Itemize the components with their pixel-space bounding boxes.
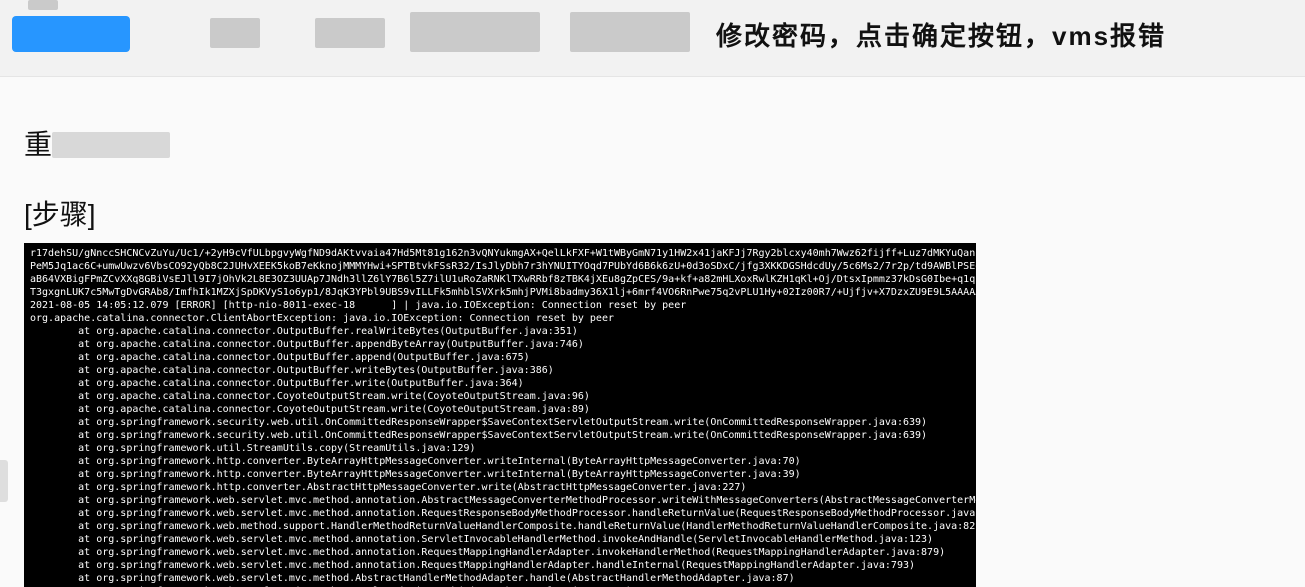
- reporter-line: 重: [24, 123, 1281, 163]
- redacted-block: [410, 12, 540, 52]
- redacted-block: [28, 0, 58, 10]
- redacted-block: [315, 18, 385, 48]
- issue-header: 修改密码，点击确定按钮，vms报错: [0, 0, 1305, 77]
- redacted-block: [210, 18, 260, 48]
- stacktrace-console: r17dehSU/gNnccSHCNCvZuYu/Uc1/+2yH9cVfULb…: [24, 243, 976, 587]
- redacted-block: [52, 132, 170, 158]
- issue-tag-chip[interactable]: [12, 16, 130, 52]
- redacted-block: [570, 12, 690, 52]
- issue-title: 修改密码，点击确定按钮，vms报错: [716, 16, 1166, 53]
- steps-heading: [步骤]: [24, 193, 1281, 233]
- side-handle[interactable]: [0, 460, 8, 502]
